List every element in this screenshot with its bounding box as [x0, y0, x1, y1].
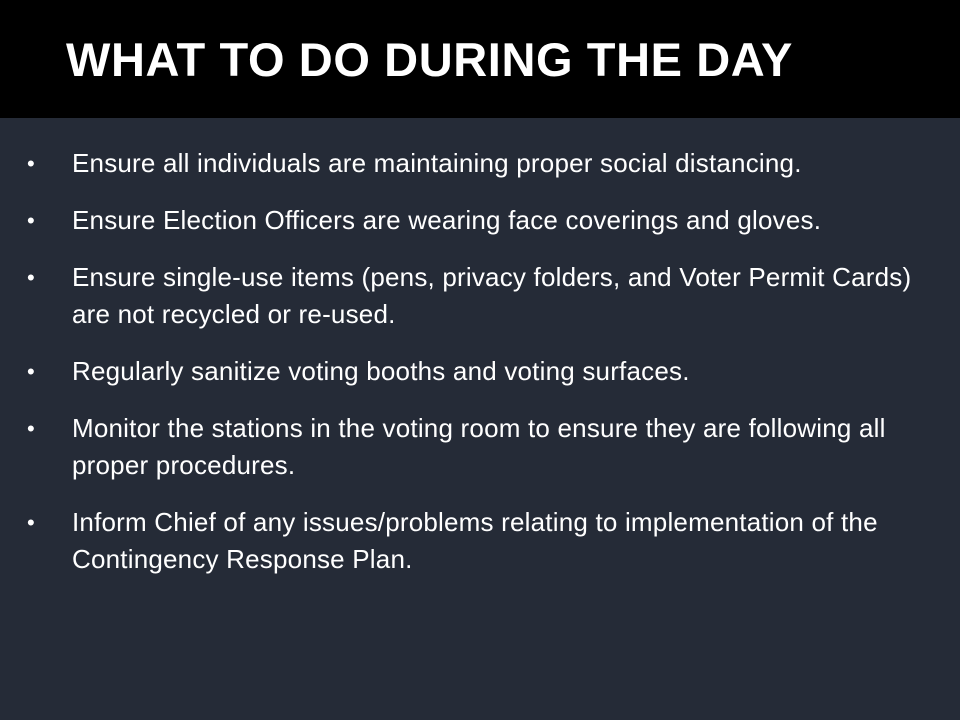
- bullet-item: • Regularly sanitize voting booths and v…: [0, 353, 960, 390]
- slide-title: WHAT TO DO DURING THE DAY: [66, 33, 793, 86]
- bullet-list: • Ensure all individuals are maintaining…: [0, 145, 960, 578]
- bullet-text: Regularly sanitize voting booths and vot…: [72, 356, 690, 386]
- bullet-text: Ensure all individuals are maintaining p…: [72, 148, 802, 178]
- bullet-item: • Monitor the stations in the voting roo…: [0, 410, 960, 484]
- bullet-item: • Ensure all individuals are maintaining…: [0, 145, 960, 182]
- bullet-point-icon: •: [27, 265, 35, 290]
- bullet-item: • Inform Chief of any issues/problems re…: [0, 504, 960, 578]
- title-bar: WHAT TO DO DURING THE DAY: [0, 0, 960, 118]
- bullet-point-icon: •: [27, 359, 35, 384]
- bullet-item: • Ensure single-use items (pens, privacy…: [0, 259, 960, 333]
- bullet-text: Monitor the stations in the voting room …: [72, 413, 886, 480]
- slide: WHAT TO DO DURING THE DAY • Ensure all i…: [0, 0, 960, 720]
- bullet-point-icon: •: [27, 510, 35, 535]
- bullet-text: Ensure single-use items (pens, privacy f…: [72, 262, 912, 329]
- bullet-point-icon: •: [27, 208, 35, 233]
- bullet-text: Inform Chief of any issues/problems rela…: [72, 507, 878, 574]
- bullet-point-icon: •: [27, 151, 35, 176]
- bullet-text: Ensure Election Officers are wearing fac…: [72, 205, 822, 235]
- bullet-point-icon: •: [27, 416, 35, 441]
- bullet-item: • Ensure Election Officers are wearing f…: [0, 202, 960, 239]
